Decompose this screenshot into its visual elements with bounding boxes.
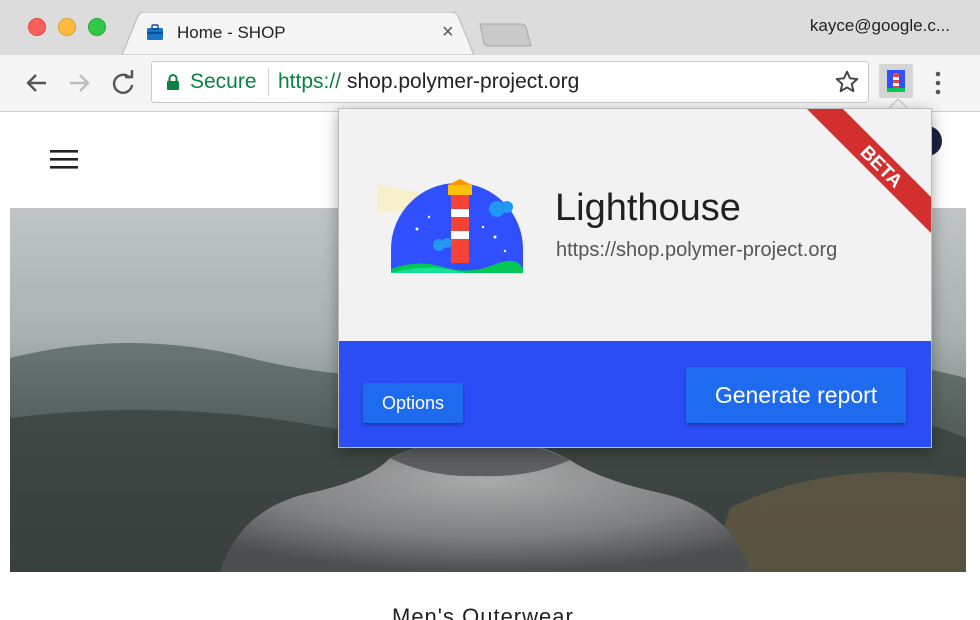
beta-ribbon: BETA [807, 109, 931, 233]
tab-title: Home - SHOP [177, 23, 286, 42]
star-icon[interactable] [834, 69, 860, 95]
popup-url: https://shop.polymer-project.org [556, 239, 838, 261]
tab-close-icon[interactable]: × [442, 21, 454, 43]
category-title: Men's Outerwear [392, 604, 574, 620]
lighthouse-extension-icon[interactable] [879, 64, 913, 98]
omnibox-divider [268, 68, 269, 96]
hamburger-menu-icon[interactable] [50, 149, 80, 171]
lighthouse-extension-glyph [887, 70, 905, 92]
minimize-window-button[interactable] [58, 18, 76, 36]
popup-footer: Options Generate report [339, 341, 931, 447]
url-host: shop.polymer-project.org [347, 70, 580, 93]
address-bar[interactable]: Secure https:// shop.polymer-project.org [151, 61, 869, 103]
new-tab-button[interactable] [478, 22, 532, 48]
briefcase-icon [147, 24, 163, 40]
back-arrow-icon[interactable] [22, 68, 52, 98]
reload-icon[interactable] [108, 68, 138, 98]
popup-title: Lighthouse [555, 187, 741, 229]
lighthouse-popup: Lighthouse https://shop.polymer-project.… [338, 108, 932, 448]
url-scheme: https:// [278, 70, 342, 93]
more-vert-icon[interactable] [930, 68, 946, 98]
browser-toolbar: Secure https:// shop.polymer-project.org [0, 55, 980, 112]
profile-name[interactable]: kayce@google.c... [810, 16, 950, 36]
lock-icon [167, 74, 179, 90]
maximize-window-button[interactable] [88, 18, 106, 36]
lighthouse-logo-icon [377, 179, 523, 273]
security-label: Secure [190, 70, 257, 93]
forward-arrow-icon[interactable] [64, 68, 94, 98]
tab-home-shop[interactable]: Home - SHOP × [122, 12, 474, 55]
options-button[interactable]: Options [363, 383, 463, 423]
tab-shape [122, 12, 474, 55]
close-window-button[interactable] [28, 18, 46, 36]
title-bar: Home - SHOP × kayce@google.c... [0, 0, 980, 55]
generate-report-button[interactable]: Generate report [686, 367, 906, 423]
